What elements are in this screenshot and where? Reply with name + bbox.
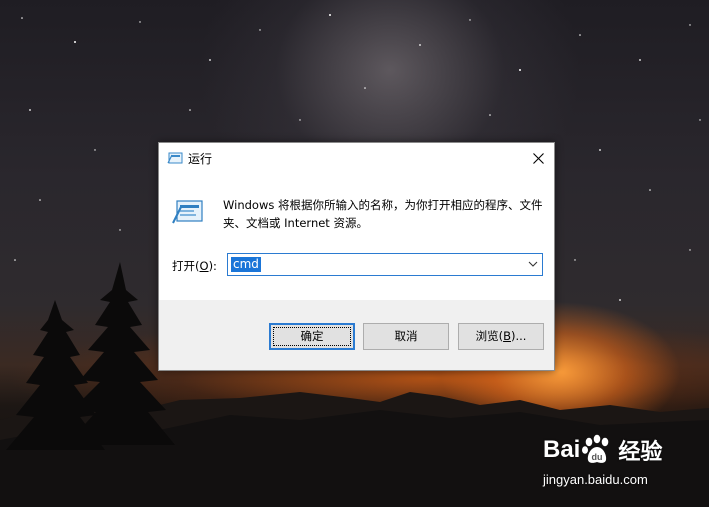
baidu-paw-icon: du bbox=[582, 434, 609, 463]
command-combobox[interactable]: cmd bbox=[227, 253, 543, 276]
watermark-brand-left: Bai bbox=[543, 436, 581, 463]
watermark-logo: Bai du 经验 bbox=[543, 430, 662, 470]
browse-button[interactable]: 浏览(B)... bbox=[458, 323, 544, 350]
command-input[interactable]: cmd bbox=[231, 257, 261, 272]
watermark-url: jingyan.baidu.com bbox=[543, 472, 648, 487]
dialog-title: 运行 bbox=[188, 152, 213, 166]
focus-rectangle bbox=[273, 327, 351, 346]
svg-text:du: du bbox=[592, 452, 603, 462]
chevron-down-icon[interactable] bbox=[528, 260, 538, 268]
run-dialog: 运行 Windows 将根据你所输入的名称，为你打开相应的程序、文件夹、文档或 … bbox=[158, 142, 555, 371]
close-icon bbox=[532, 152, 544, 164]
baidu-jingyan-watermark: Bai du 经验 jingyan.baidu.com bbox=[543, 430, 703, 500]
dialog-footer: 确定 取消 浏览(B)... bbox=[159, 300, 554, 370]
cancel-button[interactable]: 取消 bbox=[363, 323, 449, 350]
close-button[interactable] bbox=[522, 143, 554, 173]
run-program-icon bbox=[167, 152, 183, 164]
dialog-description: Windows 将根据你所输入的名称，为你打开相应的程序、文件夹、文档或 Int… bbox=[223, 198, 543, 230]
open-label: 打开(O): bbox=[172, 259, 217, 273]
ok-button[interactable]: 确定 bbox=[269, 323, 355, 350]
watermark-brand-right: 经验 bbox=[618, 439, 663, 464]
cancel-button-label: 取消 bbox=[394, 329, 418, 343]
run-program-icon bbox=[172, 200, 203, 224]
title-bar[interactable]: 运行 bbox=[159, 143, 554, 173]
